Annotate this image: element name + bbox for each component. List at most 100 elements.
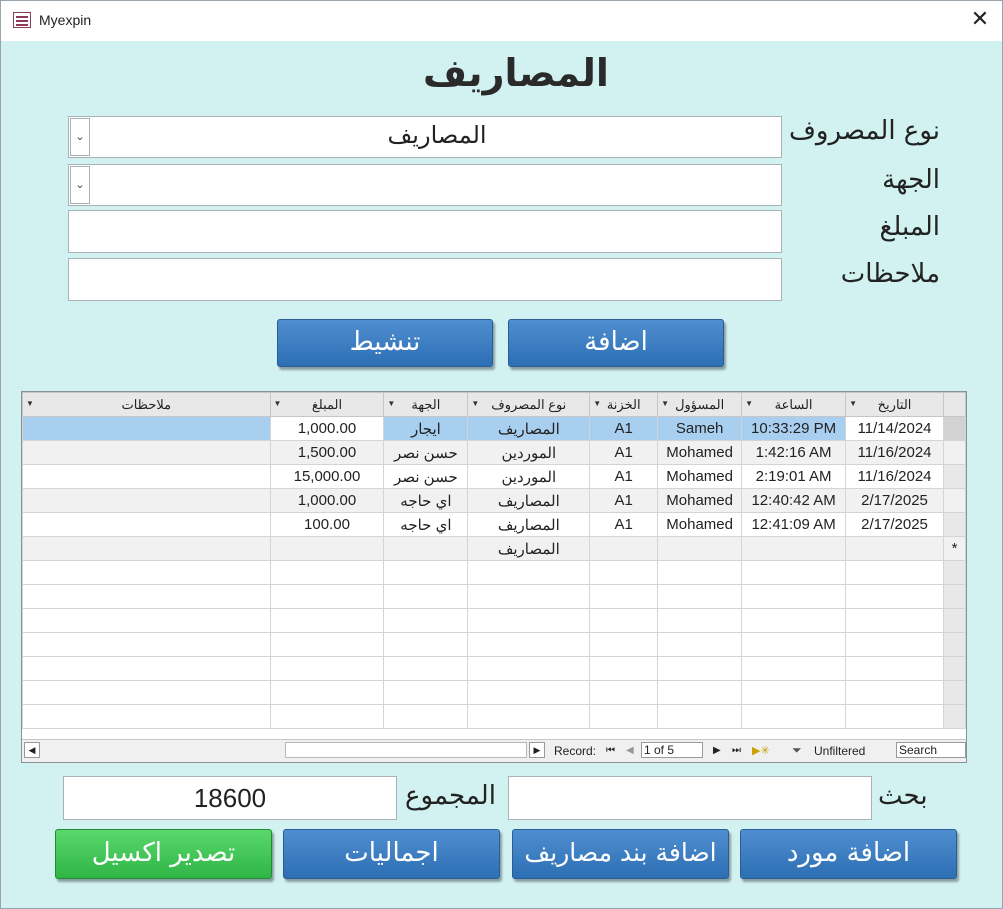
col-header-expense-type[interactable]: ▼ نوع المصروف (467, 392, 591, 417)
new-record-row[interactable]: المصاريف * (22, 536, 966, 561)
table-row[interactable]: 1,000.00 اي حاجه المصاريف A1 Mohamed 12:… (22, 488, 966, 513)
cell-safe[interactable]: A1 (589, 440, 659, 465)
cell-notes[interactable] (22, 464, 271, 489)
cell-safe[interactable]: A1 (589, 464, 659, 489)
dropdown-arrow-icon[interactable]: ▼ (274, 399, 282, 408)
filter-icon[interactable]: ⏷ (792, 743, 802, 758)
cell-notes[interactable] (22, 440, 271, 465)
cell-responsible[interactable]: Mohamed (657, 488, 743, 513)
corner-selector[interactable] (943, 392, 966, 417)
add-expense-item-button[interactable]: اضافة بند مصاريف (512, 829, 729, 879)
horizontal-scroll-thumb[interactable] (285, 742, 527, 758)
row-selector[interactable] (943, 512, 966, 537)
cell-safe[interactable]: A1 (589, 416, 659, 441)
cell-time[interactable]: 12:40:42 AM (741, 488, 847, 513)
cell-time[interactable]: 10:33:29 PM (741, 416, 847, 441)
dropdown-arrow-icon[interactable]: ▼ (849, 399, 857, 408)
row-selector[interactable] (943, 440, 966, 465)
row-selector[interactable] (943, 488, 966, 513)
cell-responsible[interactable]: Mohamed (657, 464, 743, 489)
cell-expense-type[interactable]: المصاريف (467, 512, 591, 537)
cell-date[interactable] (845, 536, 944, 561)
cell-amount[interactable]: 1,500.00 (269, 440, 385, 465)
cell-expense-type[interactable]: المصاريف (467, 416, 591, 441)
footer-search-field[interactable] (508, 776, 872, 820)
cell-party[interactable]: اي حاجه (383, 488, 469, 513)
cell-responsible[interactable]: Mohamed (657, 440, 743, 465)
cell-expense-type[interactable]: الموردين (467, 440, 591, 465)
cell-responsible[interactable]: Mohamed (657, 512, 743, 537)
cell-time[interactable] (741, 536, 847, 561)
cell-time[interactable]: 2:19:01 AM (741, 464, 847, 489)
row-selector[interactable] (943, 416, 966, 441)
cell-safe[interactable]: A1 (589, 512, 659, 537)
cell-expense-type[interactable]: المصاريف (467, 488, 591, 513)
refresh-button[interactable]: تنشيط (277, 319, 493, 367)
dropdown-arrow-icon[interactable]: ▼ (387, 399, 395, 408)
close-icon[interactable]: ✕ (968, 7, 992, 33)
cell-notes[interactable] (22, 416, 271, 441)
export-excel-button[interactable]: تصدير اكسيل (55, 829, 272, 879)
cell-party[interactable]: اي حاجه (383, 512, 469, 537)
dropdown-arrow-icon[interactable]: ▼ (661, 399, 669, 408)
record-position-input[interactable]: 1 of 5 (641, 742, 703, 758)
prev-record-icon[interactable]: ◀ (626, 745, 634, 756)
table-row[interactable]: 15,000.00 حسن نصر الموردين A1 Mohamed 2:… (22, 464, 966, 489)
cell-notes[interactable] (22, 512, 271, 537)
party-combo[interactable]: ⌄ (68, 164, 782, 206)
records-datasheet[interactable]: ▼ ملاحظات ▼ المبلغ ▼ الجهة ▼ نوع المصروف ▼ ال… (21, 391, 967, 763)
chevron-down-icon[interactable]: ⌄ (70, 118, 90, 156)
cell-time[interactable]: 12:41:09 AM (741, 512, 847, 537)
dropdown-arrow-icon[interactable]: ▼ (26, 399, 34, 408)
col-header-safe[interactable]: ▼ الخزنة (589, 392, 659, 417)
table-row[interactable]: 100.00 اي حاجه المصاريف A1 Mohamed 12:41… (22, 512, 966, 537)
next-record-icon[interactable]: ▶ (713, 745, 721, 756)
cell-party[interactable]: حسن نصر (383, 440, 469, 465)
cell-date[interactable]: 11/16/2024 (845, 464, 944, 489)
first-record-icon[interactable]: ⏮ (606, 745, 615, 756)
cell-amount[interactable]: 1,000.00 (269, 488, 385, 513)
col-header-party[interactable]: ▼ الجهة (383, 392, 469, 417)
dropdown-arrow-icon[interactable]: ▼ (745, 399, 753, 408)
cell-amount[interactable]: 15,000.00 (269, 464, 385, 489)
amount-field[interactable] (68, 210, 782, 253)
col-header-amount[interactable]: ▼ المبلغ (269, 392, 385, 417)
cell-party[interactable]: ايجار (383, 416, 469, 441)
last-record-icon[interactable]: ⏭ (732, 745, 741, 756)
new-record-icon[interactable]: * (943, 536, 966, 561)
row-selector[interactable] (943, 464, 966, 489)
cell-amount[interactable]: 1,000.00 (269, 416, 385, 441)
new-record-nav-icon[interactable]: ▶✳ (752, 744, 770, 757)
col-header-responsible[interactable]: ▼ المسؤول (657, 392, 743, 417)
cell-party[interactable] (383, 536, 469, 561)
cell-responsible[interactable]: Sameh (657, 416, 743, 441)
table-row[interactable]: 1,000.00 ايجار المصاريف A1 Sameh 10:33:2… (22, 416, 966, 441)
add-supplier-button[interactable]: اضافة مورد (740, 829, 957, 879)
search-input[interactable]: Search (896, 742, 966, 758)
scroll-left-icon[interactable]: ◀ (24, 742, 40, 758)
scroll-right-icon[interactable]: ▶ (529, 742, 545, 758)
cell-notes[interactable] (22, 536, 271, 561)
cell-amount[interactable] (269, 536, 385, 561)
col-header-notes[interactable]: ▼ ملاحظات (22, 392, 271, 417)
total-value-field[interactable]: 18600 (63, 776, 397, 820)
notes-field[interactable] (68, 258, 782, 301)
chevron-down-icon[interactable]: ⌄ (70, 166, 90, 204)
cell-expense-type[interactable]: الموردين (467, 464, 591, 489)
dropdown-arrow-icon[interactable]: ▼ (593, 399, 601, 408)
cell-expense-type[interactable]: المصاريف (467, 536, 591, 561)
cell-notes[interactable] (22, 488, 271, 513)
expense-type-combo[interactable]: ⌄ المصاريف (68, 116, 782, 158)
dropdown-arrow-icon[interactable]: ▼ (471, 399, 479, 408)
totals-button[interactable]: اجماليات (283, 829, 500, 879)
cell-amount[interactable]: 100.00 (269, 512, 385, 537)
col-header-date[interactable]: ▼ التاريخ (845, 392, 944, 417)
cell-date[interactable]: 11/14/2024 (845, 416, 944, 441)
cell-safe[interactable]: A1 (589, 488, 659, 513)
cell-date[interactable]: 2/17/2025 (845, 488, 944, 513)
col-header-time[interactable]: ▼ الساعة (741, 392, 847, 417)
add-button[interactable]: اضافة (508, 319, 724, 367)
table-row[interactable]: 1,500.00 حسن نصر الموردين A1 Mohamed 1:4… (22, 440, 966, 465)
cell-date[interactable]: 2/17/2025 (845, 512, 944, 537)
cell-date[interactable]: 11/16/2024 (845, 440, 944, 465)
